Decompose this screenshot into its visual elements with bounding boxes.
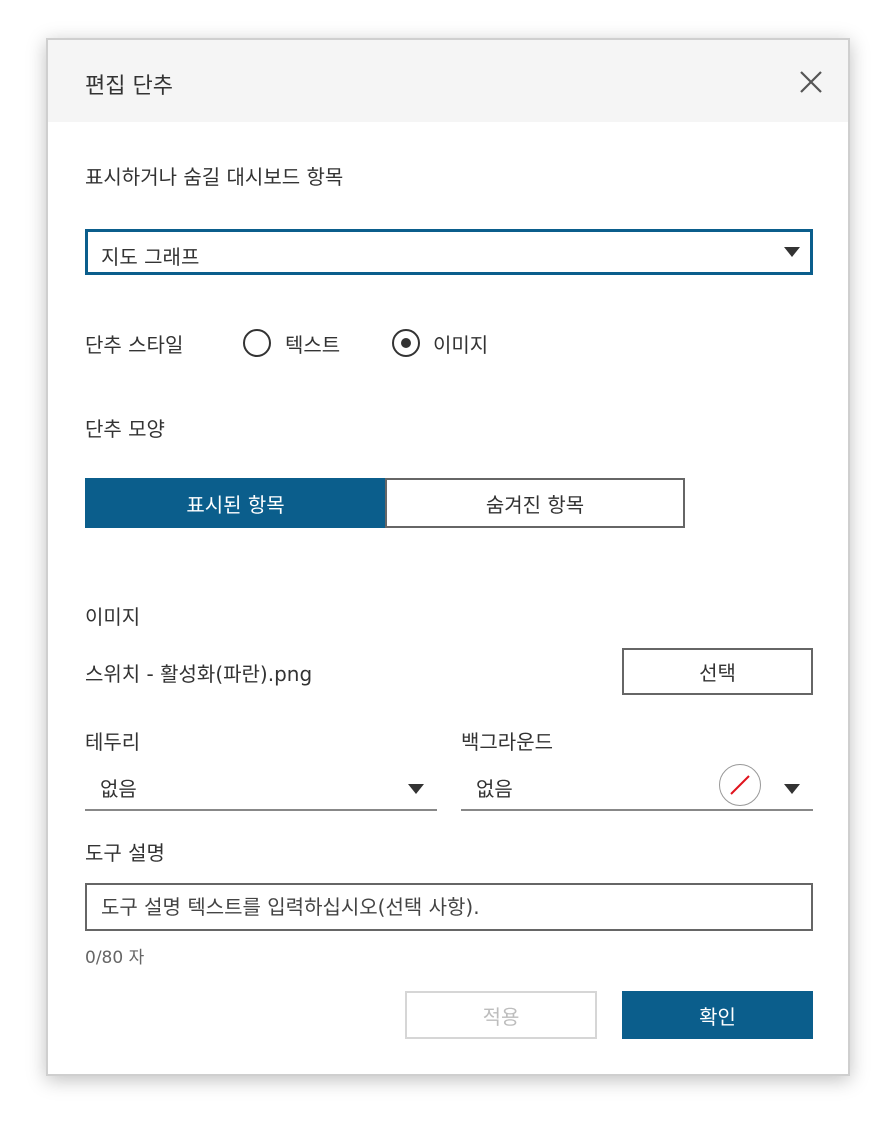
- no-color-icon[interactable]: [719, 764, 761, 806]
- dashboard-item-value: 지도 그래프: [101, 245, 200, 269]
- background-select[interactable]: 없음: [461, 763, 813, 811]
- dialog-header: 편집 단추: [48, 40, 848, 122]
- tooltip-input[interactable]: [87, 885, 811, 929]
- chevron-down-icon: [784, 784, 800, 794]
- background-label: 백그라운드: [461, 730, 553, 754]
- radio-text[interactable]: [243, 329, 271, 357]
- dialog-title: 편집 단추: [85, 74, 173, 99]
- border-select[interactable]: 없음: [85, 763, 437, 811]
- tooltip-input-box[interactable]: [85, 883, 813, 931]
- close-icon[interactable]: [797, 68, 825, 96]
- chevron-down-icon: [784, 247, 800, 257]
- button-style-label: 단추 스타일: [85, 333, 184, 357]
- ok-button[interactable]: 확인: [622, 991, 813, 1039]
- tab-hidden-item[interactable]: 숨겨진 항목: [385, 478, 685, 528]
- tooltip-label: 도구 설명: [85, 841, 165, 865]
- edit-button-dialog: 편집 단추 표시하거나 숨길 대시보드 항목 지도 그래프 단추 스타일 텍스트…: [46, 38, 850, 1076]
- radio-text-label[interactable]: 텍스트: [285, 329, 340, 358]
- radio-selected-dot: [401, 338, 411, 348]
- border-label: 테두리: [85, 730, 141, 754]
- background-value: 없음: [476, 777, 513, 801]
- apply-button[interactable]: 적용: [405, 991, 597, 1039]
- radio-image[interactable]: [392, 329, 420, 357]
- dashboard-item-select[interactable]: 지도 그래프: [85, 229, 813, 275]
- chevron-down-icon: [408, 784, 424, 794]
- border-value: 없음: [100, 777, 137, 801]
- radio-image-label[interactable]: 이미지: [433, 329, 488, 358]
- select-image-button[interactable]: 선택: [622, 648, 813, 695]
- image-label: 이미지: [85, 605, 141, 629]
- button-appearance-label: 단추 모양: [85, 417, 165, 441]
- dashboard-item-label: 표시하거나 숨길 대시보드 항목: [85, 165, 344, 189]
- image-filename: 스위치 - 활성화(파란).png: [85, 662, 313, 686]
- tab-shown-item[interactable]: 표시된 항목: [85, 478, 386, 528]
- tooltip-char-counter: 0/80 자: [85, 948, 145, 968]
